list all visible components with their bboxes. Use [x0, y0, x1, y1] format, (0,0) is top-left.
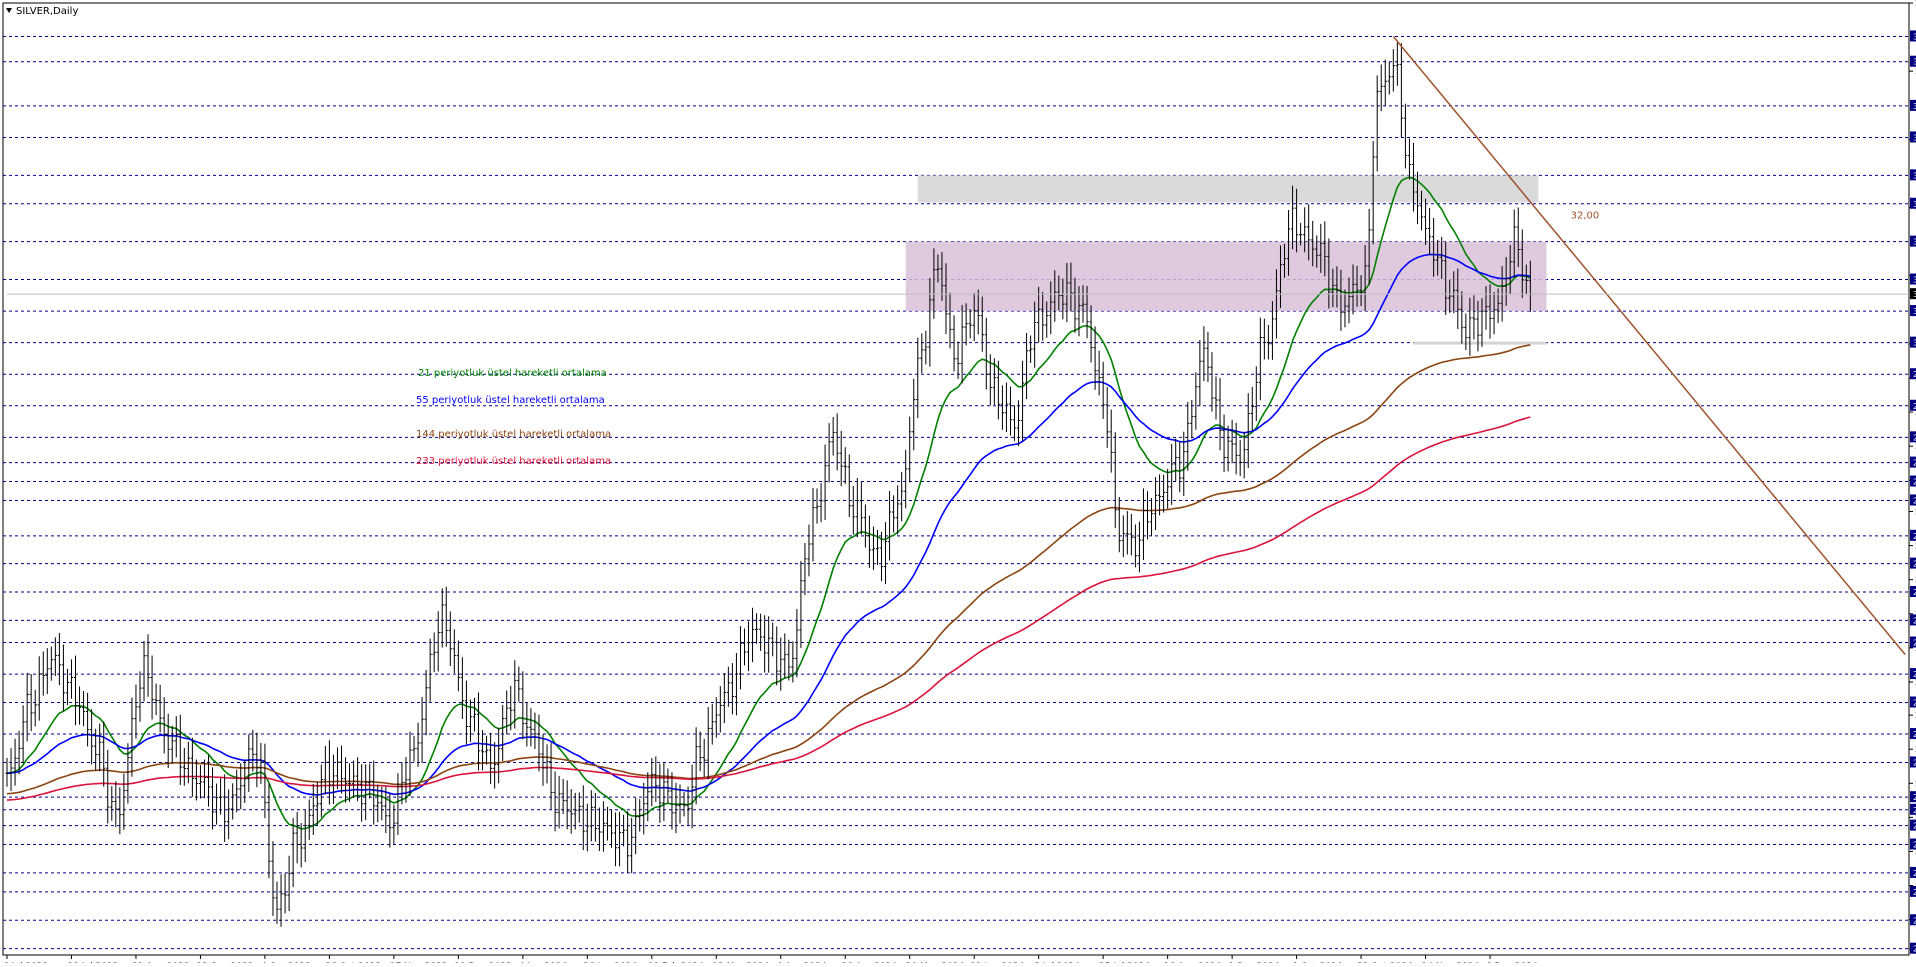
price-chart: 32,00 35.38034.30033.22032.14031.06029.9…: [0, 0, 1916, 967]
resistance-zone: [917, 175, 1539, 203]
legend-ema-21: 21 periyotluk üstel hareketli ortalama: [418, 368, 607, 379]
legend-ema-55: 55 periyotluk üstel hareketli ortalama: [416, 395, 605, 406]
legend-ema-233: 233 periyotluk üstel hareketli ortalama: [416, 456, 611, 467]
chart-root: 32,00 35.38034.30033.22032.14031.06029.9…: [0, 0, 1916, 967]
trendline-annotation: 32,00: [1571, 210, 1600, 221]
range-zone: [905, 241, 1547, 312]
legend-ema-144: 144 periyotluk üstel hareketli ortalama: [416, 429, 611, 440]
symbol-header: SILVER,Daily: [6, 6, 78, 17]
symbol-title: SILVER,Daily: [16, 6, 78, 17]
support-zone: [1413, 341, 1547, 345]
